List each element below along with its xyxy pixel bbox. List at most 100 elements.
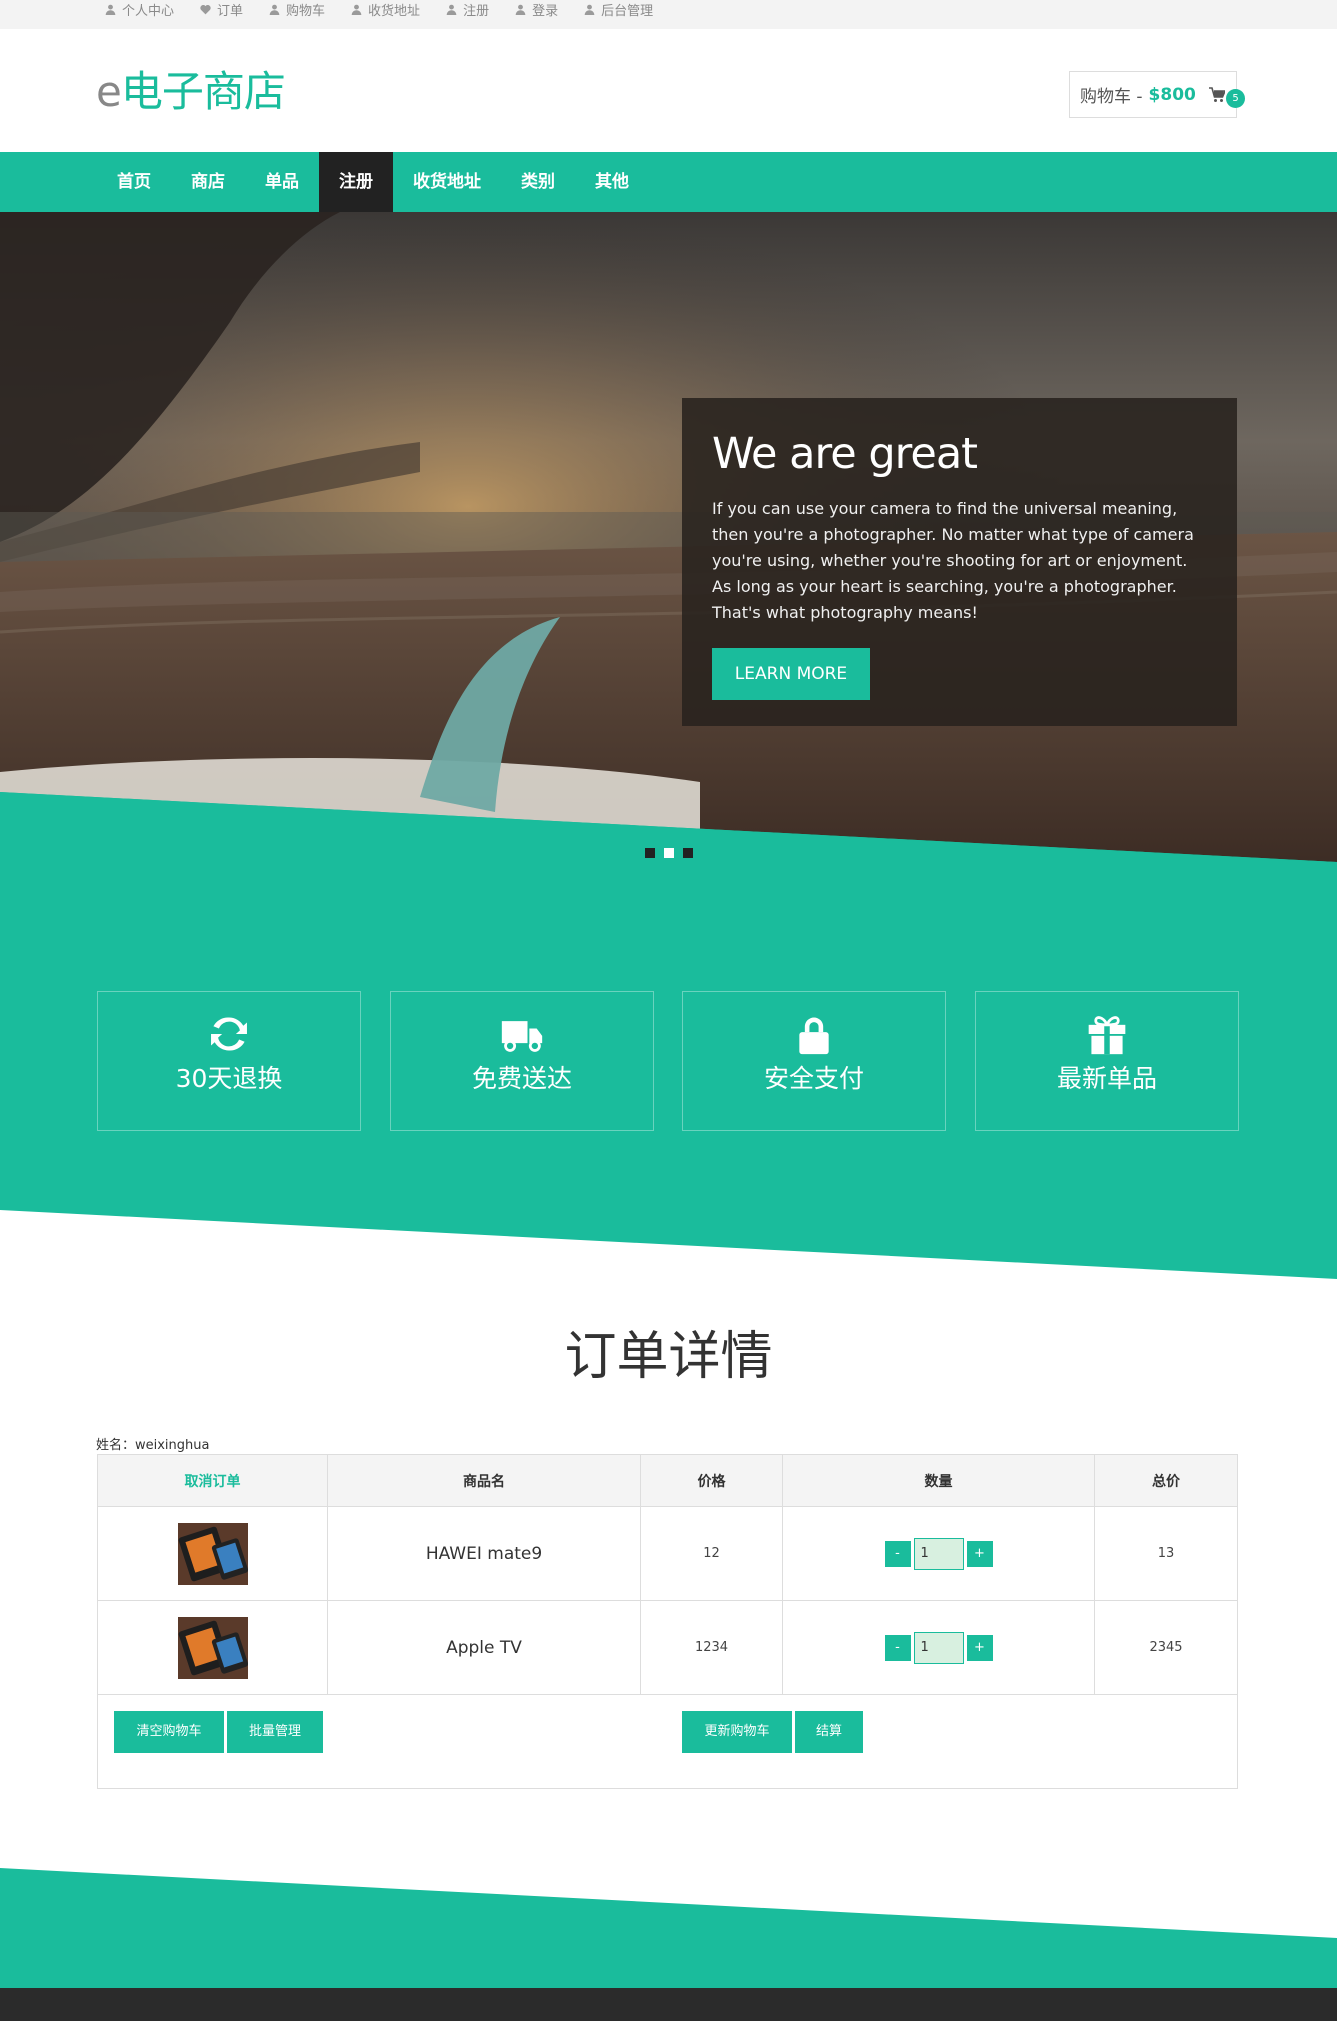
product-name: HAWEI mate9 xyxy=(327,1506,641,1601)
update-cart-button[interactable]: 更新购物车 xyxy=(682,1711,792,1753)
refresh-icon xyxy=(211,1017,247,1051)
site-header: e电子商店 购物车 - $800 5 xyxy=(0,29,1337,152)
product-total: 13 xyxy=(1094,1506,1238,1601)
product-price: 1234 xyxy=(640,1600,783,1695)
customer-name: 姓名：weixinghua xyxy=(96,1438,210,1453)
feature-label: 30天退换 xyxy=(175,1064,283,1093)
cart-amount: $800 xyxy=(1148,84,1196,105)
feature-returns[interactable]: 30天退换 xyxy=(97,991,361,1131)
features-section: 30天退换 免费送达 安全支付 最新单品 xyxy=(0,867,1337,1342)
quantity-cell: - + xyxy=(782,1600,1095,1695)
quantity-cell: - + xyxy=(782,1506,1095,1601)
top-link-label: 注册 xyxy=(463,3,490,19)
user-icon xyxy=(446,4,457,15)
feature-label: 最新单品 xyxy=(1056,1064,1157,1093)
top-link-label: 订单 xyxy=(217,3,244,19)
top-link-admin[interactable]: 后台管理 xyxy=(584,0,653,19)
feature-free-delivery[interactable]: 免费送达 xyxy=(390,991,654,1131)
top-link-label: 个人中心 xyxy=(122,3,175,19)
main-nav: 首页 商店 单品 注册 收货地址 类别 其他 xyxy=(0,152,1337,212)
site-logo[interactable]: e电子商店 xyxy=(96,67,286,117)
nav-item-product[interactable]: 单品 xyxy=(245,152,319,212)
quantity-input[interactable] xyxy=(913,1631,964,1664)
slider-dot-3[interactable] xyxy=(683,848,693,858)
logo-prefix: e xyxy=(96,67,122,116)
header-cart-button[interactable]: 购物车 - $800 xyxy=(1069,71,1237,118)
nav-list: 首页 商店 单品 注册 收货地址 类别 其他 xyxy=(97,152,649,212)
cancel-order-header[interactable]: 取消订单 xyxy=(97,1454,328,1507)
top-link-label: 登录 xyxy=(532,3,559,19)
checkout-button[interactable]: 结算 xyxy=(795,1711,863,1753)
table-actions-cell: 清空购物车 批量管理 更新购物车 结算 xyxy=(97,1694,1238,1789)
top-link-label: 后台管理 xyxy=(601,3,654,19)
product-thumb-cell xyxy=(97,1506,328,1601)
truck-icon xyxy=(501,1021,543,1052)
table-header-row: 取消订单 商品名 价格 数量 总价 xyxy=(97,1454,1238,1507)
top-link-profile[interactable]: 个人中心 xyxy=(105,0,174,19)
gift-icon xyxy=(1088,1016,1126,1055)
user-icon xyxy=(269,4,280,15)
batch-manage-button[interactable]: 批量管理 xyxy=(227,1711,323,1753)
order-title: 订单详情 xyxy=(564,1327,773,1387)
top-utility-bar: 个人中心 订单 购物车 收货地址 注册 登录 后台管理 xyxy=(0,0,1337,29)
top-link-login[interactable]: 登录 xyxy=(515,0,558,19)
top-link-cart[interactable]: 购物车 xyxy=(269,0,325,19)
footer-band xyxy=(0,1868,1337,2021)
shopping-cart-icon xyxy=(1209,87,1225,102)
nav-item-shop[interactable]: 商店 xyxy=(171,152,245,212)
user-icon xyxy=(351,4,362,15)
quantity-header: 数量 xyxy=(782,1454,1095,1507)
increase-quantity-button[interactable]: + xyxy=(966,1540,993,1567)
nav-item-category[interactable]: 类别 xyxy=(501,152,575,212)
logo-text: 电子商店 xyxy=(120,67,286,116)
hero-slider: We are great If you can use your camera … xyxy=(0,212,1337,867)
hero-caption: We are great If you can use your camera … xyxy=(682,398,1237,726)
product-thumbnail[interactable] xyxy=(177,1616,248,1679)
quantity-stepper: - + xyxy=(884,1631,993,1664)
clear-cart-button[interactable]: 清空购物车 xyxy=(114,1711,224,1753)
price-header: 价格 xyxy=(640,1454,783,1507)
learn-more-button[interactable]: LEARN MORE xyxy=(712,648,870,700)
hero-title: We are great xyxy=(712,429,978,479)
top-link-label: 收货地址 xyxy=(368,3,421,19)
table-row: Apple TV 1234 - + 2345 xyxy=(97,1600,1238,1695)
feature-secure-payment[interactable]: 安全支付 xyxy=(682,991,946,1131)
user-icon xyxy=(584,4,595,15)
top-link-address[interactable]: 收货地址 xyxy=(351,0,420,19)
top-link-label: 购物车 xyxy=(286,3,326,19)
feature-new-products[interactable]: 最新单品 xyxy=(975,991,1239,1131)
product-name-header: 商品名 xyxy=(327,1454,641,1507)
hero-text: If you can use your camera to find the u… xyxy=(712,499,1194,622)
lock-icon xyxy=(799,1017,829,1055)
product-name: Apple TV xyxy=(327,1600,641,1695)
increase-quantity-button[interactable]: + xyxy=(966,1634,993,1661)
nav-item-register[interactable]: 注册 xyxy=(319,152,393,212)
slider-dot-1[interactable] xyxy=(645,848,655,858)
user-icon xyxy=(105,4,116,15)
user-icon xyxy=(515,4,526,15)
product-thumbnail[interactable] xyxy=(177,1522,248,1585)
quantity-stepper: - + xyxy=(884,1537,993,1570)
product-thumb-cell xyxy=(97,1600,328,1695)
top-links: 个人中心 订单 购物车 收货地址 注册 登录 后台管理 xyxy=(105,0,679,19)
feature-label: 免费送达 xyxy=(471,1064,572,1093)
order-table: 取消订单 商品名 价格 数量 总价 HAWEI mate9 12 - + 13 xyxy=(97,1454,1238,1789)
table-actions-row: 清空购物车 批量管理 更新购物车 结算 xyxy=(97,1694,1238,1789)
table-row: HAWEI mate9 12 - + 13 xyxy=(97,1506,1238,1601)
product-total: 2345 xyxy=(1094,1600,1238,1695)
total-header: 总价 xyxy=(1094,1454,1238,1507)
quantity-input[interactable] xyxy=(913,1537,964,1570)
decrease-quantity-button[interactable]: - xyxy=(884,1634,911,1661)
nav-item-address[interactable]: 收货地址 xyxy=(393,152,501,212)
cart-count-badge: 5 xyxy=(1226,89,1245,108)
heart-icon xyxy=(200,4,211,14)
feature-label: 安全支付 xyxy=(763,1064,864,1093)
slider-dot-2[interactable] xyxy=(664,848,674,858)
top-link-orders[interactable]: 订单 xyxy=(200,0,243,19)
decrease-quantity-button[interactable]: - xyxy=(884,1540,911,1567)
cart-label: 购物车 - xyxy=(1080,87,1143,107)
top-link-register[interactable]: 注册 xyxy=(446,0,489,19)
nav-item-other[interactable]: 其他 xyxy=(575,152,649,212)
product-price: 12 xyxy=(640,1506,783,1601)
nav-item-home[interactable]: 首页 xyxy=(97,152,171,212)
